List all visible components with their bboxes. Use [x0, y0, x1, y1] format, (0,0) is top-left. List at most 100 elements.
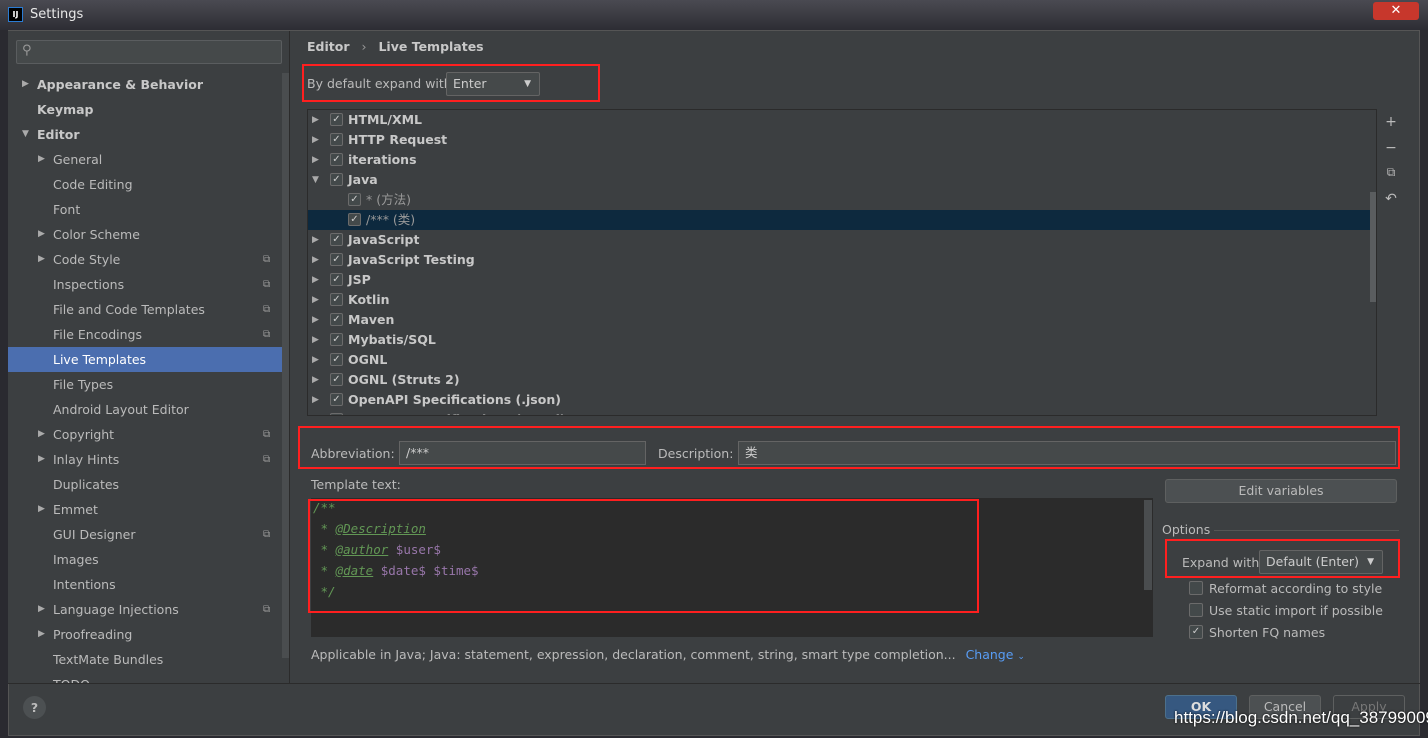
chevron-right-icon[interactable]: ▶	[312, 410, 319, 415]
tree-row[interactable]: ▶ ✓ Kotlin	[308, 290, 1370, 310]
sidebar-item[interactable]: ▶ General	[8, 147, 282, 172]
chevron-right-icon[interactable]: ▶	[312, 110, 319, 130]
sidebar-item[interactable]: ▶ Appearance & Behavior	[8, 72, 282, 97]
chevron-right-icon[interactable]: ▶	[312, 290, 319, 310]
sidebar-item[interactable]: ▼ Editor	[8, 122, 282, 147]
tree-row[interactable]: ▼ ✓ Java	[308, 170, 1370, 190]
checkbox[interactable]: ✓	[330, 173, 343, 186]
tree-row[interactable]: ✓ /*** (类)	[308, 210, 1370, 230]
chevron-right-icon[interactable]: ▶	[312, 270, 319, 290]
tree-row[interactable]: ▶ ✓ OpenAPI Specifications (.yaml)	[308, 410, 1370, 415]
checkbox[interactable]: ✓	[330, 313, 343, 326]
sidebar-item[interactable]: ▶ Proofreading	[8, 622, 282, 647]
checkbox[interactable]: ✓	[330, 373, 343, 386]
tree-row[interactable]: ▶ ✓ JavaScript	[308, 230, 1370, 250]
sidebar-item[interactable]: File Encodings ⧉	[8, 322, 282, 347]
checkbox[interactable]: ✓	[348, 213, 361, 226]
tree-row[interactable]: ▶ ✓ OGNL (Struts 2)	[308, 370, 1370, 390]
checkbox[interactable]: ✓	[330, 293, 343, 306]
chevron-right-icon[interactable]: ▶	[38, 622, 45, 647]
option-label[interactable]: Use static import if possible	[1209, 603, 1383, 618]
checkbox[interactable]: ✓	[330, 393, 343, 406]
help-button[interactable]: ?	[23, 696, 46, 719]
option-checkbox[interactable]	[1189, 603, 1203, 617]
sidebar-item[interactable]: Font	[8, 197, 282, 222]
description-input[interactable]: 类	[738, 441, 1396, 465]
chevron-right-icon[interactable]: ▶	[312, 130, 319, 150]
checkbox[interactable]: ✓	[330, 273, 343, 286]
add-icon[interactable]: +	[1383, 114, 1399, 130]
checkbox[interactable]: ✓	[330, 413, 343, 415]
tree-row[interactable]: ✓ * (方法)	[308, 190, 1370, 210]
chevron-down-icon[interactable]: ▼	[22, 122, 29, 147]
checkbox[interactable]: ✓	[330, 153, 343, 166]
chevron-right-icon[interactable]: ▶	[312, 230, 319, 250]
sidebar-item[interactable]: File and Code Templates ⧉	[8, 297, 282, 322]
chevron-right-icon[interactable]: ▶	[22, 72, 29, 97]
tree-row[interactable]: ▶ ✓ OGNL	[308, 350, 1370, 370]
sidebar-item[interactable]: ▶ Color Scheme	[8, 222, 282, 247]
edit-variables-button[interactable]: Edit variables	[1165, 479, 1397, 503]
chevron-right-icon[interactable]: ▶	[312, 150, 319, 170]
tree-row[interactable]: ▶ ✓ JSP	[308, 270, 1370, 290]
chevron-right-icon[interactable]: ▶	[38, 222, 45, 247]
sidebar-item[interactable]: ▶ Code Style ⧉	[8, 247, 282, 272]
editor-scrollbar[interactable]	[1144, 500, 1152, 590]
tree-row[interactable]: ▶ ✓ HTML/XML	[308, 110, 1370, 130]
checkbox[interactable]: ✓	[330, 133, 343, 146]
sidebar-item[interactable]: Inspections ⧉	[8, 272, 282, 297]
chevron-right-icon[interactable]: ▶	[38, 147, 45, 172]
sidebar-item[interactable]: Code Editing	[8, 172, 282, 197]
option-label[interactable]: Reformat according to style	[1209, 581, 1382, 596]
sidebar-scrollbar[interactable]	[282, 73, 289, 658]
chevron-right-icon[interactable]: ▶	[38, 497, 45, 522]
option-checkbox[interactable]: ✓	[1189, 625, 1203, 639]
sidebar-item[interactable]: Images	[8, 547, 282, 572]
chevron-down-icon[interactable]: ▼	[312, 170, 319, 190]
tree-row[interactable]: ▶ ✓ Maven	[308, 310, 1370, 330]
settings-search-input[interactable]: ⚲	[16, 40, 282, 64]
checkbox[interactable]: ✓	[330, 353, 343, 366]
tree-scrollbar[interactable]	[1370, 192, 1376, 302]
tree-row[interactable]: ▶ ✓ JavaScript Testing	[308, 250, 1370, 270]
abbreviation-input[interactable]: /***	[399, 441, 646, 465]
chevron-right-icon[interactable]: ▶	[312, 330, 319, 350]
option-checkbox[interactable]	[1189, 581, 1203, 595]
close-button[interactable]: ✕	[1373, 2, 1419, 20]
copy-icon[interactable]: ⧉	[1383, 165, 1399, 180]
sidebar-item[interactable]: ▶ Copyright ⧉	[8, 422, 282, 447]
checkbox[interactable]: ✓	[330, 233, 343, 246]
tree-row[interactable]: ▶ ✓ iterations	[308, 150, 1370, 170]
sidebar-item[interactable]: Duplicates	[8, 472, 282, 497]
tree-row[interactable]: ▶ ✓ OpenAPI Specifications (.json)	[308, 390, 1370, 410]
restore-icon[interactable]: ↶	[1383, 191, 1399, 207]
tree-row[interactable]: ▶ ✓ HTTP Request	[308, 130, 1370, 150]
sidebar-item[interactable]: Live Templates	[8, 347, 282, 372]
chevron-right-icon[interactable]: ▶	[38, 597, 45, 622]
sidebar-item[interactable]: TextMate Bundles	[8, 647, 282, 672]
sidebar-item[interactable]: Intentions	[8, 572, 282, 597]
checkbox[interactable]: ✓	[330, 113, 343, 126]
option-label[interactable]: Shorten FQ names	[1209, 625, 1325, 640]
breadcrumb-editor[interactable]: Editor	[307, 39, 350, 54]
sidebar-item[interactable]: ▶ Language Injections ⧉	[8, 597, 282, 622]
expand-default-select[interactable]: Enter ▼	[446, 72, 540, 96]
sidebar-item[interactable]: File Types	[8, 372, 282, 397]
chevron-right-icon[interactable]: ▶	[38, 247, 45, 272]
tree-row[interactable]: ▶ ✓ Mybatis/SQL	[308, 330, 1370, 350]
sidebar-item[interactable]: TODO	[8, 672, 282, 683]
sidebar-item[interactable]: ▶ Inlay Hints ⧉	[8, 447, 282, 472]
chevron-right-icon[interactable]: ▶	[312, 390, 319, 410]
expand-with-select[interactable]: Default (Enter) ▼	[1259, 550, 1383, 574]
chevron-right-icon[interactable]: ▶	[312, 350, 319, 370]
sidebar-item[interactable]: Android Layout Editor	[8, 397, 282, 422]
checkbox[interactable]: ✓	[330, 253, 343, 266]
remove-icon[interactable]: −	[1383, 140, 1399, 156]
checkbox[interactable]: ✓	[330, 333, 343, 346]
checkbox[interactable]: ✓	[348, 193, 361, 206]
change-link[interactable]: Change	[966, 647, 1014, 662]
chevron-right-icon[interactable]: ▶	[38, 447, 45, 472]
sidebar-item[interactable]: Keymap	[8, 97, 282, 122]
sidebar-item[interactable]: GUI Designer ⧉	[8, 522, 282, 547]
chevron-right-icon[interactable]: ▶	[312, 370, 319, 390]
